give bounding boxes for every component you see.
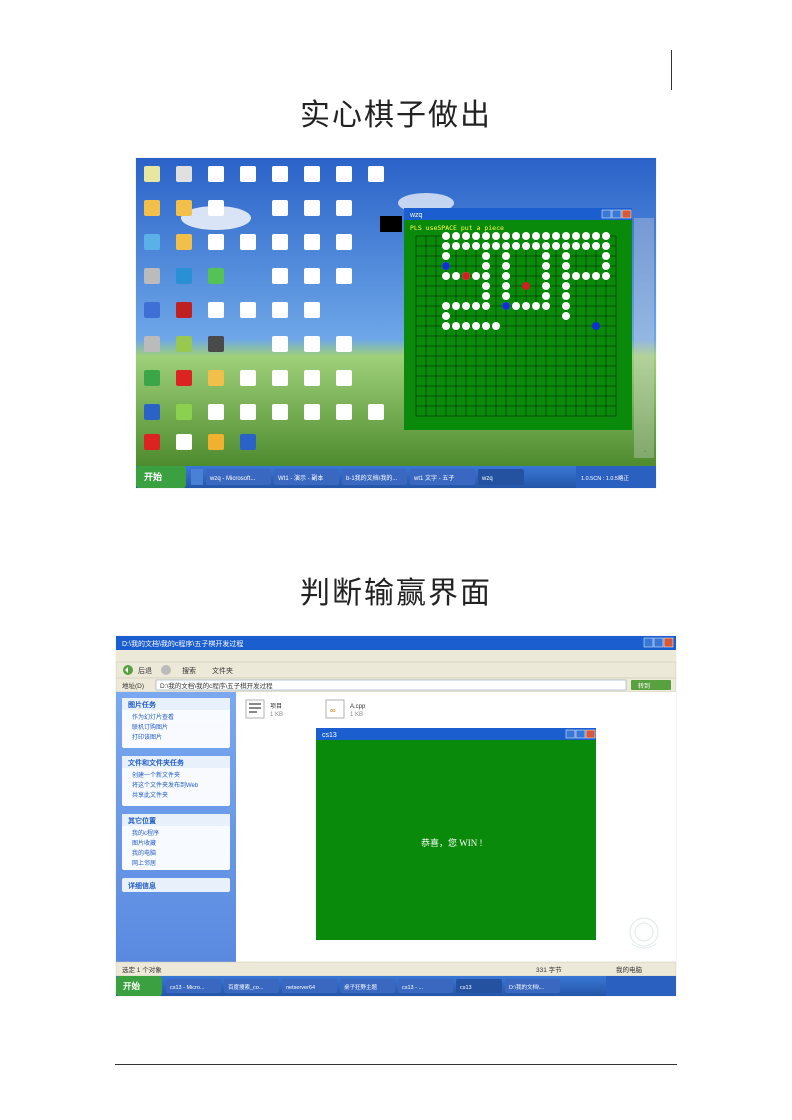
page-margin-mark-top: [671, 50, 672, 90]
svg-text:百度搜索_co...: 百度搜索_co...: [228, 983, 264, 991]
svg-text:共享此文件夹: 共享此文件夹: [132, 791, 168, 799]
svg-text:netserver64: netserver64: [286, 985, 315, 991]
svg-text:b-1我的文档\我的...: b-1我的文档\我的...: [346, 474, 398, 482]
svg-text:图片任务: 图片任务: [128, 700, 157, 709]
document-page: 实心棋子做出: [0, 0, 792, 1046]
svg-text:331 字节: 331 字节: [536, 965, 562, 974]
svg-text:地址(D): 地址(D): [122, 681, 144, 690]
start-button[interactable]: 开始: [144, 471, 162, 482]
game-win-message: 恭喜，您 WIN !: [421, 837, 483, 848]
svg-text:桌子狂野主题: 桌子狂野主题: [344, 983, 378, 991]
svg-text:联机订购图片: 联机订购图片: [132, 723, 168, 731]
svg-text:•: •: [644, 450, 646, 455]
svg-text:项目: 项目: [270, 703, 282, 710]
svg-text:详细信息: 详细信息: [128, 881, 156, 890]
svg-text:其它位置: 其它位置: [128, 816, 156, 825]
start-button-2[interactable]: 开始: [123, 981, 141, 991]
svg-text:后退: 后退: [138, 666, 152, 675]
address-bar: D:\我的文档\我的c程序\五子棋开发过程: [160, 681, 273, 690]
game-window-title-2: cs13: [322, 732, 337, 739]
svg-text:创建一个新文件夹: 创建一个新文件夹: [132, 771, 180, 779]
svg-text:wt1 文字 - 五子: wt1 文字 - 五子: [413, 474, 454, 482]
svg-text:1 KB: 1 KB: [270, 712, 283, 718]
svg-text:我的电脑: 我的电脑: [132, 849, 156, 857]
page-margin-mark-bottom: [115, 1064, 677, 1065]
svg-text:作为幻灯片查看: 作为幻灯片查看: [132, 713, 174, 721]
game-window-title: wzq: [409, 212, 423, 219]
svg-text:我的c程序: 我的c程序: [132, 829, 159, 837]
svg-text:D:\我的文档\...: D:\我的文档\...: [509, 983, 545, 991]
heading-1: 实心棋子做出: [90, 90, 702, 134]
svg-text:wzq: wzq: [481, 476, 493, 482]
svg-text:Wt1 - 演示 - 副本: Wt1 - 演示 - 副本: [278, 474, 323, 482]
screenshot-2: D:\我的文档\我的c程序\五子棋开发过程 后退 搜索 文件夹 地址(D) D:…: [116, 636, 676, 996]
svg-text:将这个文件夹发布到Web: 将这个文件夹发布到Web: [132, 781, 199, 789]
explorer-title: D:\我的文档\我的c程序\五子棋开发过程: [122, 639, 243, 648]
svg-text:搜索: 搜索: [182, 666, 196, 675]
game-result-window: cs13 恭喜，您 WIN !: [316, 728, 596, 940]
svg-text:cs13: cs13: [460, 985, 472, 991]
svg-text:1.0.5CN : 1.0.5略正: 1.0.5CN : 1.0.5略正: [581, 474, 629, 482]
svg-text:网上邻居: 网上邻居: [132, 859, 156, 867]
svg-text:cs13 - ...: cs13 - ...: [402, 985, 424, 991]
svg-text:选定 1 个对象: 选定 1 个对象: [122, 965, 162, 974]
screenshot-1: wzq PLS useSPACE put a piece: [136, 158, 656, 488]
svg-text:∞: ∞: [330, 706, 336, 715]
svg-text:1 KB: 1 KB: [350, 712, 363, 718]
svg-text:图片收藏: 图片收藏: [132, 839, 156, 847]
svg-text:wzq - Microsoft...: wzq - Microsoft...: [209, 476, 256, 482]
svg-text:A.cpp: A.cpp: [350, 704, 366, 710]
svg-text:cs13 - Micro...: cs13 - Micro...: [170, 985, 205, 991]
svg-text:文件和文件夹任务: 文件和文件夹任务: [128, 758, 185, 767]
svg-text:文件夹: 文件夹: [212, 666, 233, 675]
svg-text:转到: 转到: [638, 682, 650, 690]
game-prompt: PLS useSPACE put a piece: [410, 224, 504, 232]
game-window: wzq PLS useSPACE put a piece: [404, 208, 632, 430]
heading-2: 判断输赢界面: [90, 568, 702, 612]
svg-text:我的电脑: 我的电脑: [616, 965, 643, 974]
svg-text:打印该图片: 打印该图片: [132, 733, 162, 741]
